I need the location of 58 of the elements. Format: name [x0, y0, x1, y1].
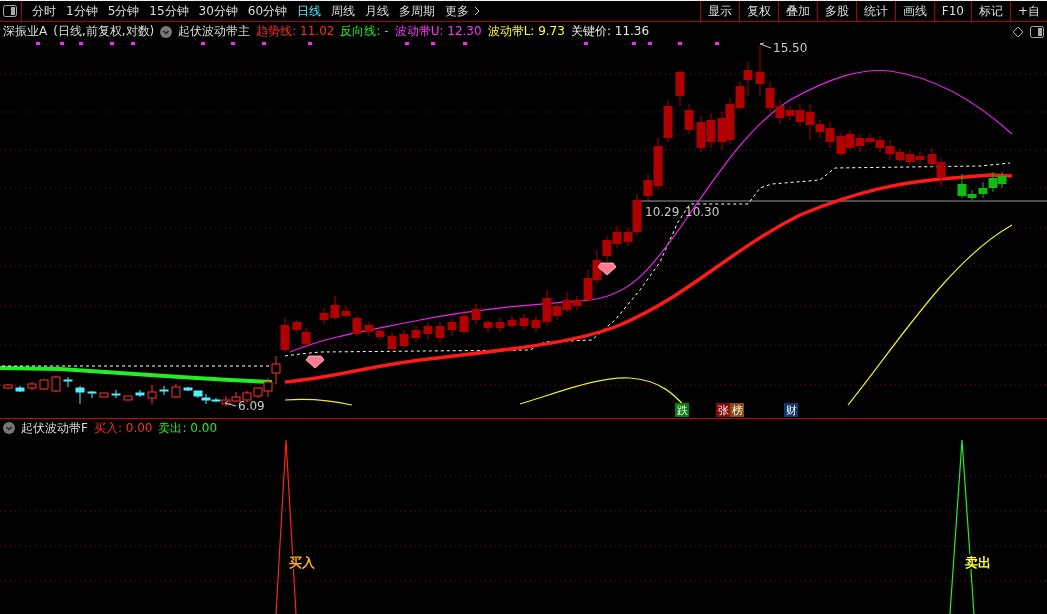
indicator-name: 起伏波动带主	[178, 23, 251, 41]
candlestick	[63, 376, 73, 387]
candlestick	[988, 171, 998, 192]
panel-toggle-icon[interactable]	[3, 5, 17, 17]
period-tab[interactable]: 分时	[27, 2, 61, 20]
indicator-value: 波动带U: 12.30	[394, 23, 482, 41]
price-label: 10.29	[645, 204, 680, 219]
event-badge[interactable]: 跌	[675, 402, 689, 417]
candlestick	[51, 375, 61, 392]
security-name: 深振业A	[3, 23, 48, 41]
candlestick	[111, 389, 121, 398]
candlestick	[87, 390, 97, 398]
chevron-down-icon[interactable]	[160, 25, 173, 38]
candlestick	[3, 383, 13, 389]
more-tab[interactable]: 更多	[440, 2, 475, 20]
indicator-value: 波动带L: 9.73	[487, 23, 565, 41]
candlestick	[171, 383, 181, 398]
indicator-value: 买入: 0.00	[93, 419, 153, 437]
indicator-value: 反向线: -	[340, 23, 389, 41]
pointer-arrow-icon	[759, 42, 772, 48]
candlestick	[147, 384, 157, 404]
candlestick	[123, 395, 133, 400]
candlestick	[231, 391, 241, 402]
pointer-arrow-icon	[224, 400, 237, 406]
candlestick	[39, 378, 49, 390]
candlestick	[997, 171, 1007, 188]
panel-toggle-icon[interactable]	[1030, 25, 1044, 38]
candlestick	[27, 381, 37, 390]
period-tab[interactable]: 多周期	[394, 2, 441, 20]
low-price-label: 6.09	[238, 398, 265, 413]
indicator-name: 起伏波动带F	[21, 419, 88, 437]
gem-icon	[597, 262, 617, 275]
candlestick	[99, 392, 109, 397]
period-tab[interactable]: 1分钟	[61, 2, 103, 20]
diamond-icon[interactable]	[1012, 25, 1024, 38]
chart-params: (日线,前复权,对数)	[53, 23, 155, 41]
event-badge[interactable]: 财	[784, 402, 798, 417]
indicator-value: 关键价: 11.36	[570, 23, 650, 41]
candlestick	[15, 385, 25, 392]
period-tab[interactable]: 日线	[292, 2, 327, 20]
period-tab[interactable]: 月线	[360, 2, 395, 20]
high-price-label: 15.50	[773, 41, 808, 55]
candlestick	[159, 385, 169, 395]
period-tab[interactable]: 5分钟	[102, 2, 145, 20]
event-badge[interactable]: 榜	[730, 402, 744, 417]
event-badge[interactable]: 张	[716, 402, 730, 417]
period-tab[interactable]: 15分钟	[144, 2, 194, 20]
candlestick	[242, 390, 252, 402]
indicator-value: 卖出: 0.00	[158, 419, 218, 437]
period-tab[interactable]: 30分钟	[193, 2, 243, 20]
candlestick	[135, 389, 145, 397]
chevron-right-icon[interactable]	[474, 6, 481, 16]
chevron-down-icon[interactable]	[3, 422, 15, 435]
period-tab[interactable]: 60分钟	[242, 2, 293, 20]
period-tab[interactable]: 周线	[326, 2, 361, 20]
candlestick	[75, 385, 85, 404]
gem-icon	[305, 355, 325, 368]
indicator-value: 趋势线: 11.02	[256, 23, 335, 41]
